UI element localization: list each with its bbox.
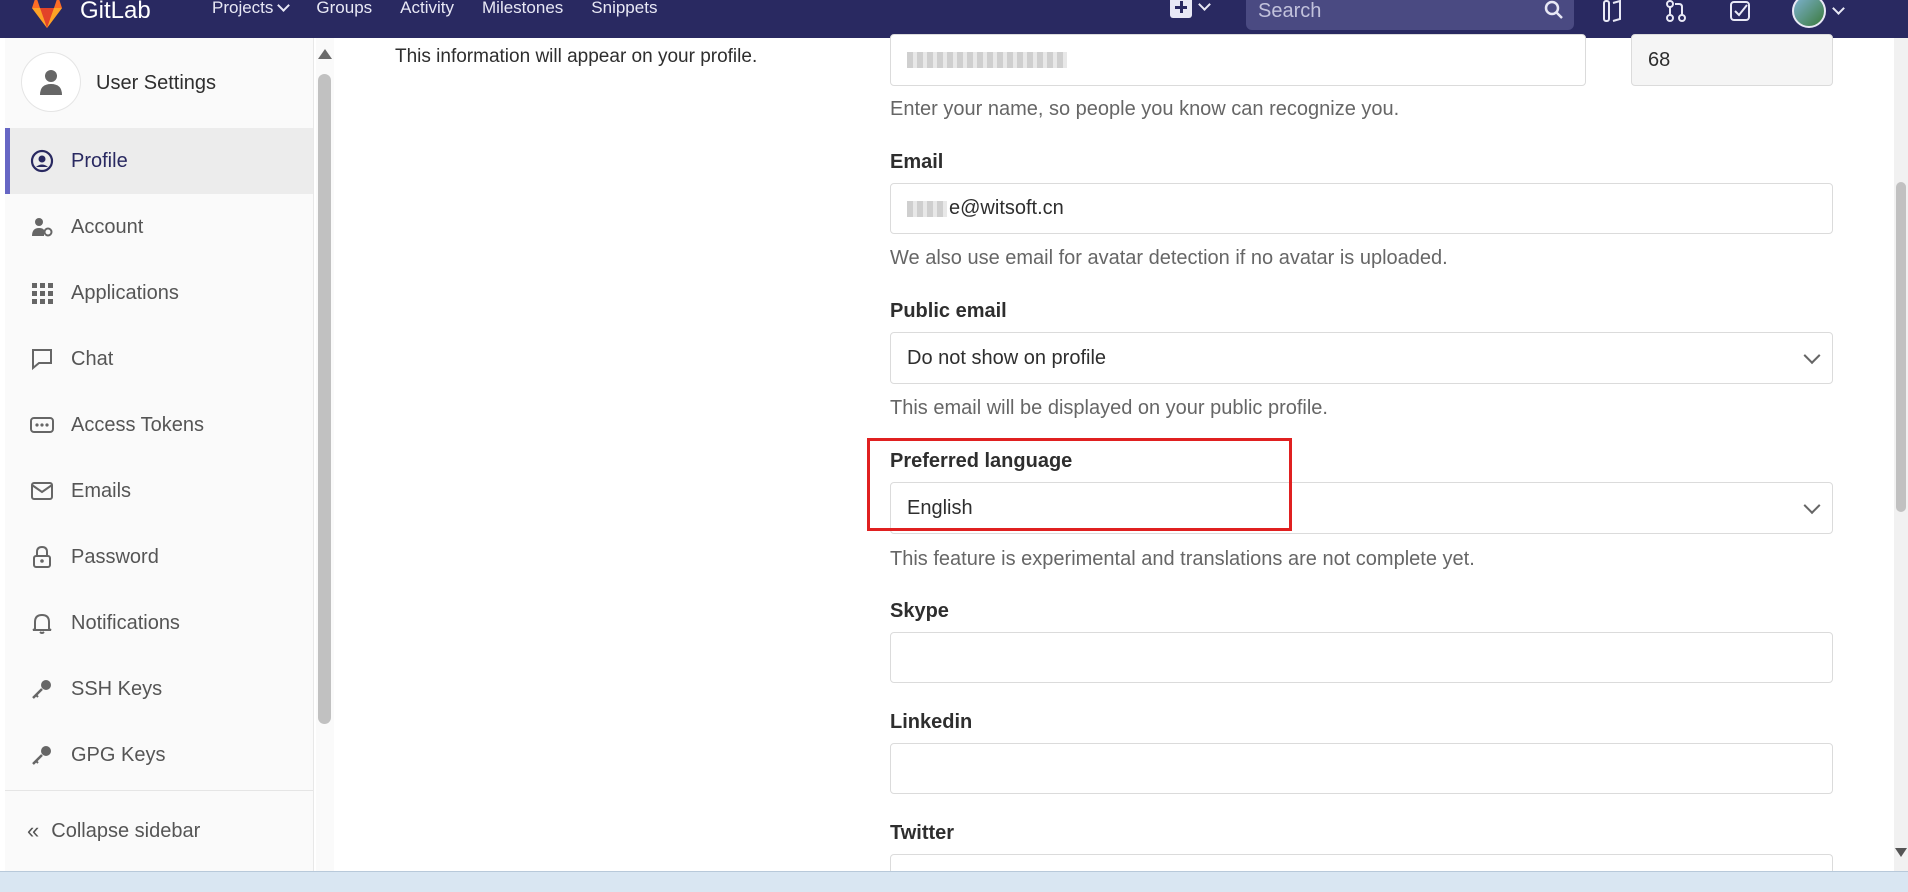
- profile-icon: [29, 148, 55, 174]
- search-icon: [1544, 0, 1563, 19]
- sidebar-scroll-thumb[interactable]: [318, 74, 331, 724]
- sidebar-item-emails[interactable]: Emails: [5, 458, 313, 524]
- user-icon: [40, 70, 62, 95]
- mail-icon: [29, 478, 55, 504]
- sidebar-item-ssh-keys[interactable]: SSH Keys: [5, 656, 313, 722]
- sidebar-item-access-tokens[interactable]: Access Tokens: [5, 392, 313, 458]
- plus-square-icon: [1170, 0, 1192, 18]
- user-id-field: 68: [1631, 34, 1833, 86]
- nav-projects-label: Projects: [212, 0, 274, 17]
- main-nav: Projects Groups Activity Milestones Snip…: [212, 0, 657, 18]
- merge-request-icon[interactable]: [1664, 0, 1688, 23]
- chevron-down-icon: [1803, 347, 1821, 365]
- sidebar-item-label: Notifications: [71, 611, 180, 634]
- new-menu-button[interactable]: [1170, 0, 1211, 18]
- user-avatar: [22, 53, 80, 111]
- chevron-down-icon: [1803, 497, 1821, 515]
- redacted-name: [907, 52, 1067, 68]
- sidebar-item-chat[interactable]: Chat: [5, 326, 313, 392]
- search-input[interactable]: Search: [1246, 0, 1574, 30]
- account-icon: [29, 214, 55, 240]
- gitlab-logo[interactable]: GitLab: [28, 0, 151, 28]
- skype-field[interactable]: [890, 632, 1833, 683]
- lock-icon: [29, 544, 55, 570]
- chat-icon: [29, 346, 55, 372]
- sidebar-item-label: Account: [71, 215, 144, 238]
- bell-icon: [29, 610, 55, 636]
- skype-label: Skype: [890, 600, 949, 622]
- email-value: e@witsoft.cn: [949, 197, 1064, 219]
- sidebar-item-account[interactable]: Account: [5, 194, 313, 260]
- key-icon: [29, 742, 55, 768]
- sidebar-item-label: GPG Keys: [71, 743, 166, 766]
- sidebar-item-profile[interactable]: Profile: [5, 128, 313, 194]
- email-label: Email: [890, 151, 944, 173]
- email-help-text: We also use email for avatar detection i…: [890, 247, 1448, 269]
- nav-activity[interactable]: Activity: [400, 0, 454, 18]
- highlight-annotation: [867, 438, 1292, 531]
- sidebar-title: User Settings: [96, 72, 217, 94]
- collapse-sidebar-button[interactable]: « Collapse sidebar: [5, 790, 313, 871]
- token-icon: [29, 412, 55, 438]
- sidebar-nav: Profile Account Applications Chat Access…: [5, 128, 313, 788]
- sidebar-item-applications[interactable]: Applications: [5, 260, 313, 326]
- sidebar-item-label: Chat: [71, 347, 114, 370]
- name-help-text: Enter your name, so people you know can …: [890, 98, 1400, 120]
- nav-groups[interactable]: Groups: [316, 0, 372, 18]
- key-icon: [29, 676, 55, 702]
- search-placeholder: Search: [1258, 0, 1322, 22]
- issues-icon[interactable]: [1600, 0, 1624, 23]
- public-email-select[interactable]: Do not show on profile: [890, 332, 1833, 384]
- linkedin-field[interactable]: [890, 743, 1833, 794]
- sidebar-item-label: Password: [71, 545, 159, 568]
- tanuki-icon: [32, 0, 62, 28]
- settings-sidebar: User Settings Profile Account Applicatio…: [5, 38, 314, 871]
- navbar-right-icons: [1600, 0, 1845, 28]
- chevron-down-icon: [1198, 0, 1211, 11]
- twitter-field[interactable]: [890, 854, 1833, 871]
- linkedin-label: Linkedin: [890, 711, 973, 733]
- sidebar-item-password[interactable]: Password: [5, 524, 313, 590]
- nav-projects[interactable]: Projects: [212, 0, 291, 18]
- top-navbar: GitLab Projects Groups Activity Mileston…: [0, 0, 1908, 38]
- twitter-label: Twitter: [890, 822, 955, 844]
- user-id-value: 68: [1648, 48, 1671, 71]
- sidebar-item-label: SSH Keys: [71, 677, 163, 700]
- collapse-sidebar-label: Collapse sidebar: [51, 819, 201, 842]
- sidebar-item-gpg-keys[interactable]: GPG Keys: [5, 722, 313, 788]
- chevron-down-icon: [1832, 1, 1845, 15]
- section-description: This information will appear on your pro…: [395, 46, 758, 67]
- brand-name: GitLab: [80, 0, 151, 24]
- page-scroll-thumb[interactable]: [1896, 182, 1906, 512]
- scroll-up-arrow-icon[interactable]: [318, 49, 332, 59]
- sidebar-item-label: Applications: [71, 281, 179, 304]
- redacted-email-prefix: [907, 200, 947, 217]
- sidebar-header: User Settings: [5, 38, 313, 128]
- full-name-field[interactable]: [890, 34, 1586, 86]
- double-chevron-left-icon: «: [27, 818, 40, 843]
- email-field[interactable]: e@witsoft.cn: [890, 183, 1833, 234]
- sidebar-item-notifications[interactable]: Notifications: [5, 590, 313, 656]
- public-email-value: Do not show on profile: [907, 346, 1107, 369]
- scroll-down-arrow-icon[interactable]: [1895, 848, 1907, 857]
- sidebar-item-label: Emails: [71, 479, 132, 502]
- os-taskbar: [0, 871, 1908, 892]
- nav-snippets[interactable]: Snippets: [591, 0, 657, 18]
- user-avatar-menu[interactable]: [1792, 0, 1845, 28]
- sidebar-item-label: Profile: [71, 149, 128, 172]
- nav-milestones[interactable]: Milestones: [482, 0, 563, 18]
- public-email-label: Public email: [890, 300, 1007, 322]
- todo-icon[interactable]: [1728, 0, 1752, 23]
- language-help-text: This feature is experimental and transla…: [890, 548, 1475, 570]
- avatar-icon: [1792, 0, 1826, 28]
- applications-icon: [29, 280, 55, 306]
- sidebar-item-label: Access Tokens: [71, 413, 205, 436]
- public-email-help-text: This email will be displayed on your pub…: [890, 397, 1328, 419]
- chevron-down-icon: [277, 0, 291, 12]
